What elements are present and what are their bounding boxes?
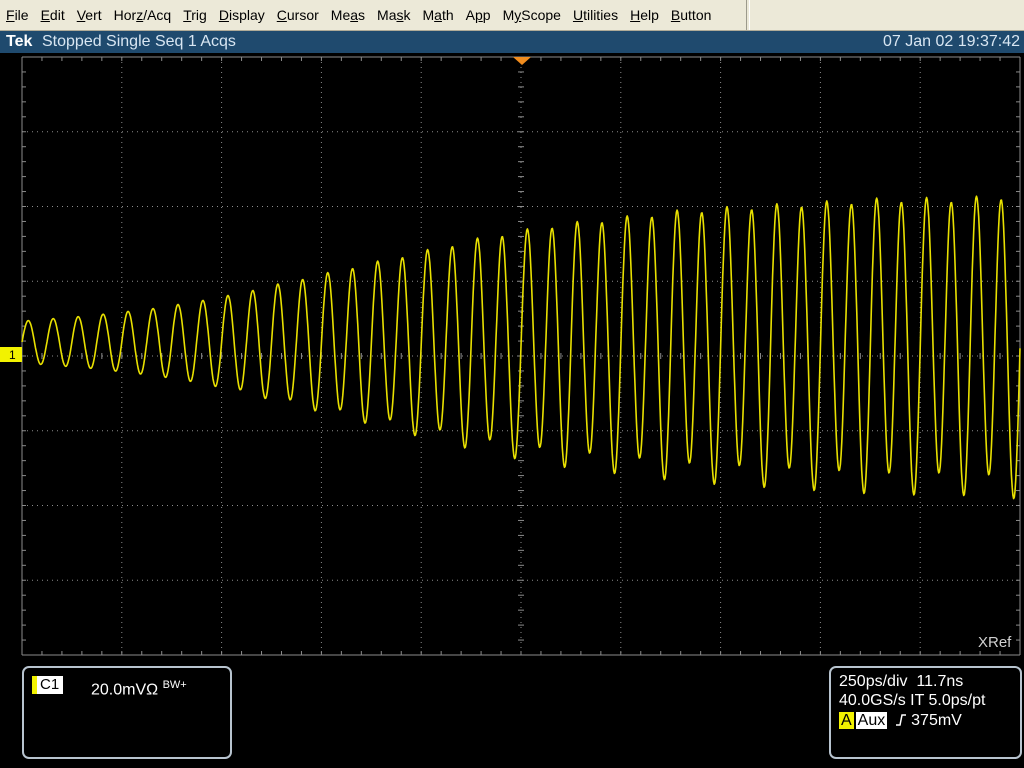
- menu-bar: File Edit Vert Horz/Acq Trig Display Cursor Mea…: [0, 0, 1024, 31]
- menu-utilities[interactable]: Utilities: [567, 0, 624, 30]
- menu-meas[interactable]: Meas: [325, 0, 371, 30]
- menu-button[interactable]: Button: [665, 0, 717, 30]
- status-bar: Tek Stopped Single Seq 1 Acqs 07 Jan 02 …: [0, 31, 1024, 53]
- channel1-scale: 20.0mVΩ BW+: [91, 676, 187, 699]
- menu-help[interactable]: Help: [624, 0, 665, 30]
- menu-math[interactable]: Math: [416, 0, 459, 30]
- sample-rate-line: 40.0GS/s IT 5.0ps/pt: [839, 692, 986, 709]
- timebase-line: 250ps/div 11.7ns: [839, 673, 963, 691]
- ch1-marker-label: 1: [9, 348, 16, 362]
- waveform-display[interactable]: 1 XRef: [0, 53, 1024, 658]
- trigger-line: A Aux 375mV: [839, 712, 962, 730]
- menu-edit[interactable]: Edit: [35, 0, 71, 30]
- rising-edge-icon: [895, 714, 906, 726]
- menu-file[interactable]: File: [0, 0, 35, 30]
- menu-items: File Edit Vert Horz/Acq Trig Display Cursor Mea…: [0, 0, 717, 30]
- menu-mask[interactable]: Mask: [371, 0, 416, 30]
- menu-display[interactable]: Display: [213, 0, 271, 30]
- brand-label: Tek: [6, 33, 33, 50]
- trigger-label: A: [839, 712, 854, 729]
- menu-vert[interactable]: Vert: [71, 0, 108, 30]
- channel1-readout[interactable]: C1 20.0mVΩ BW+: [22, 666, 232, 759]
- xref-label: XRef: [978, 634, 1012, 651]
- menu-app[interactable]: App: [460, 0, 497, 30]
- menu-myscope[interactable]: MyScope: [497, 0, 567, 30]
- ch1-ground-marker[interactable]: 1: [0, 347, 22, 362]
- horizontal-position: 11.7ns: [916, 673, 964, 690]
- menu-trig[interactable]: Trig: [177, 0, 213, 30]
- channel1-scale-value: 20.0mVΩ: [91, 681, 159, 699]
- timebase-value: 250ps/div: [839, 673, 908, 690]
- trigger-level: 375mV: [911, 712, 962, 729]
- acquisition-status: Stopped Single Seq 1 Acqs: [42, 33, 236, 50]
- trigger-source: Aux: [855, 712, 888, 729]
- menu-horz-acq[interactable]: Horz/Acq: [108, 0, 178, 30]
- bandwidth-indicator: BW+: [162, 679, 187, 691]
- horizontal-trigger-readout[interactable]: 250ps/div 11.7ns 40.0GS/s IT 5.0ps/pt AA…: [829, 666, 1022, 759]
- date-time: 07 Jan 02 19:37:42: [882, 33, 1020, 50]
- channel1-badge[interactable]: C1: [32, 676, 64, 694]
- menu-cursor[interactable]: Cursor: [271, 0, 325, 30]
- menu-separator: [746, 0, 750, 30]
